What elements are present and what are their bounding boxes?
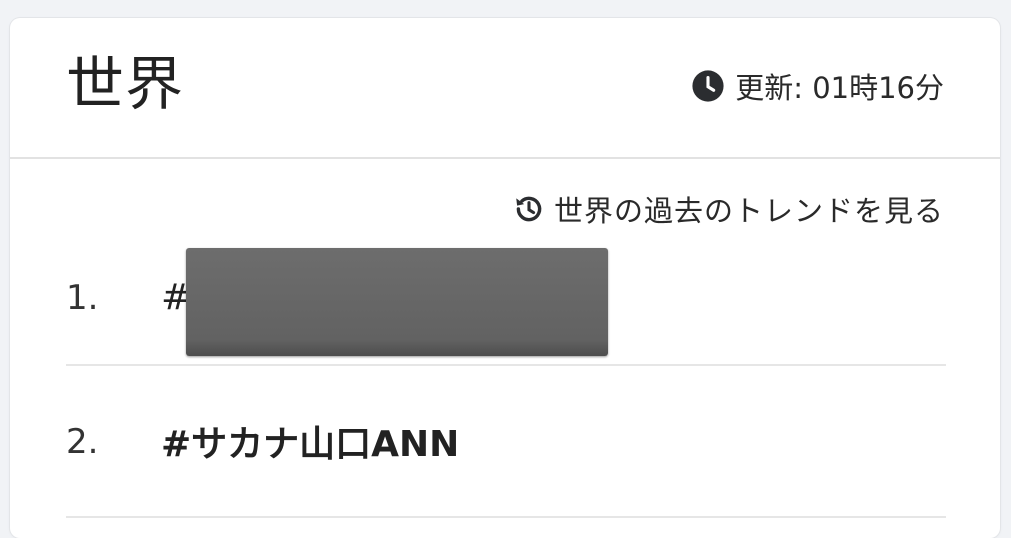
trend-row-1[interactable]: 1. # [66,230,946,366]
updated-label: 更新: 01時16分 [735,71,944,105]
updated-time: 更新: 01時16分 [691,66,944,106]
trend-row-2[interactable]: 2. #サカナ山口ANN [66,366,946,518]
past-trends-label: 世界の過去のトレンドを見る [553,194,944,228]
trend-rank: 1. [66,278,99,318]
region-title: 世界 [66,50,185,118]
clock-icon [692,70,724,102]
past-trends-link[interactable]: 世界の過去のトレンドを見る [512,188,944,230]
trend-list: 1. # 2. #サカナ山口ANN [66,230,946,518]
redaction-box [186,248,608,356]
trend-tag[interactable]: #サカナ山口ANN [161,415,459,467]
trend-rank: 2. [66,422,99,462]
history-icon [516,196,542,222]
trends-card: 世界 更新: 01時16分 世界の過去のトレンドを見る 1. # 2. #サカナ… [10,18,1000,538]
card-header: 世界 更新: 01時16分 [10,18,1000,159]
